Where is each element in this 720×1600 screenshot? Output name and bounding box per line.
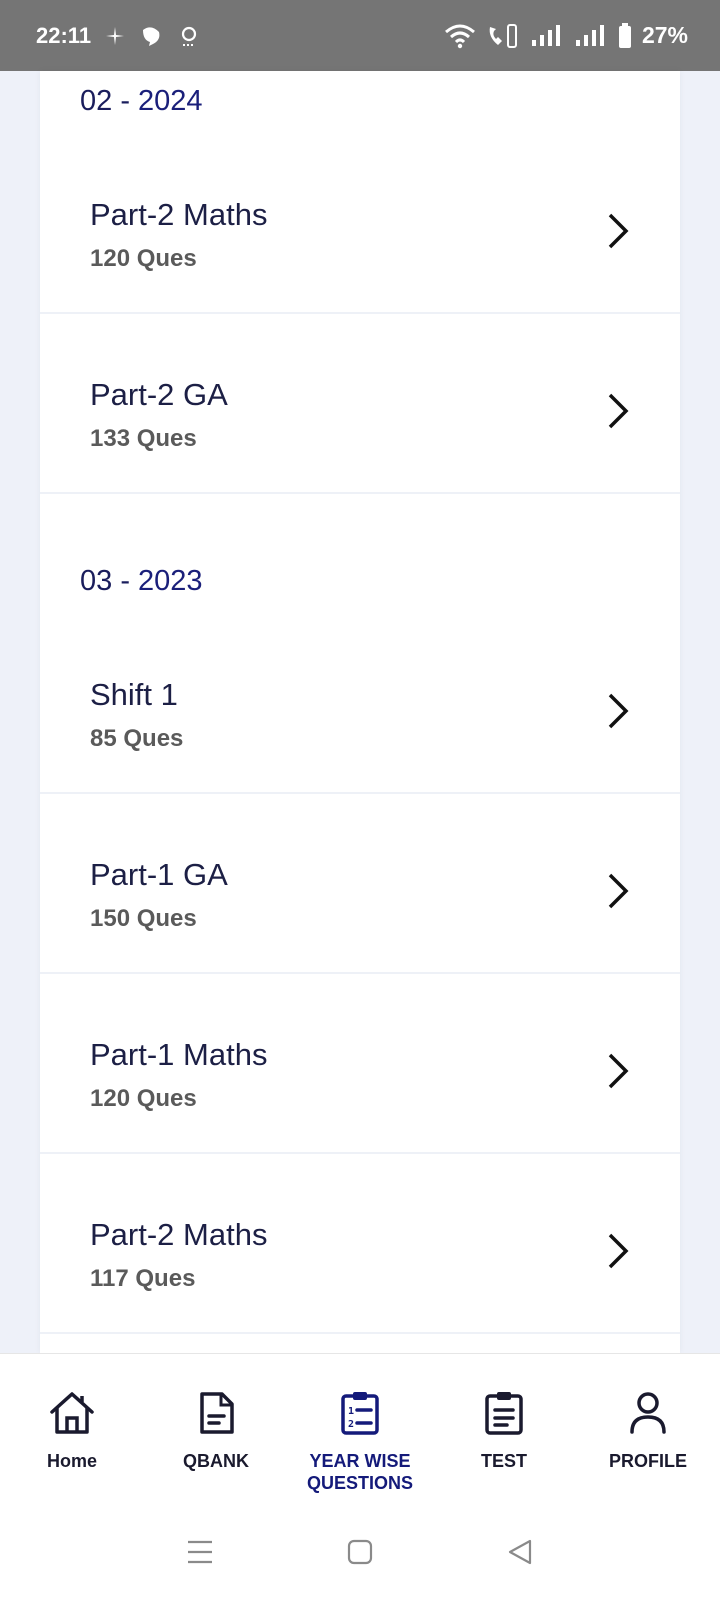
- bottom-navigation: Home QBANK 12 YEAR WISE QUESTIONS TEST P…: [0, 1353, 720, 1503]
- wifi-icon: [444, 23, 476, 49]
- item-title: Part-1 GA: [90, 857, 228, 892]
- nav-profile[interactable]: PROFILE: [576, 1354, 720, 1503]
- item-title: Part-1 Maths: [90, 1037, 268, 1072]
- chevron-right-icon: [608, 1053, 629, 1089]
- clipboard-icon: [479, 1388, 529, 1438]
- battery-percent: 27%: [641, 22, 688, 48]
- nav-label: QBANK: [183, 1451, 249, 1471]
- item-title: Shift 1: [90, 677, 178, 712]
- nav-test[interactable]: TEST: [432, 1354, 576, 1503]
- nav-label: PROFILE: [608, 1451, 687, 1471]
- battery-icon: [618, 22, 632, 49]
- signal-icon: [530, 24, 564, 48]
- signal-icon: [574, 24, 608, 48]
- svg-text:1: 1: [348, 1406, 354, 1417]
- chevron-right-icon: [608, 393, 629, 429]
- section-year: 2024: [138, 85, 203, 117]
- recents-button[interactable]: [180, 1532, 220, 1572]
- chevron-right-icon: [608, 873, 629, 909]
- year-wise-list: 02 - 2024 Part-2 Maths 120 Ques Part-2 G…: [40, 71, 680, 1353]
- section-year: 2023: [138, 565, 203, 597]
- item-title: Part-2 Maths: [90, 1217, 268, 1252]
- home-system-button[interactable]: [340, 1532, 380, 1572]
- section-heading: 03 - 2023: [80, 565, 203, 598]
- chevron-right-icon: [608, 1233, 629, 1269]
- list-item[interactable]: Part-2 GA 133 Ques: [40, 315, 680, 494]
- system-navigation-bar: [0, 1503, 720, 1600]
- item-question-count: 85 Ques: [90, 725, 184, 752]
- item-title: Part-2 Maths: [90, 197, 268, 232]
- square-icon: [347, 1539, 373, 1564]
- document-icon: [191, 1388, 241, 1438]
- item-question-count: 120 Ques: [90, 1085, 197, 1112]
- status-bar: 22:11 27%: [0, 0, 720, 71]
- nav-label: Home: [46, 1451, 97, 1471]
- nav-year-wise-questions[interactable]: 12 YEAR WISE QUESTIONS: [288, 1354, 432, 1503]
- item-question-count: 120 Ques: [90, 245, 197, 272]
- list-item[interactable]: Shift 1 85 Ques: [40, 615, 680, 794]
- nav-home[interactable]: Home: [0, 1354, 144, 1503]
- status-time: 22:11: [36, 22, 92, 48]
- item-question-count: 150 Ques: [90, 905, 197, 932]
- nav-qbank[interactable]: QBANK: [144, 1354, 288, 1503]
- list-item[interactable]: Part-1 Maths 120 Ques: [40, 975, 680, 1154]
- chevron-right-icon: [608, 693, 629, 729]
- item-question-count: 133 Ques: [90, 425, 197, 452]
- menu-lines-icon: [188, 1540, 212, 1563]
- clipboard-list-icon: 12: [335, 1388, 385, 1438]
- svg-text:2: 2: [348, 1419, 354, 1430]
- nav-label: YEAR WISE QUESTIONS: [306, 1451, 413, 1493]
- list-item[interactable]: Part-2 Maths 120 Ques: [40, 135, 680, 314]
- item-question-count: 117 Ques: [90, 1265, 196, 1292]
- back-triangle-icon: [508, 1539, 532, 1564]
- list-item[interactable]: Part-1 GA 150 Ques: [40, 795, 680, 974]
- home-icon: [47, 1388, 97, 1438]
- chevron-right-icon: [608, 213, 629, 249]
- section-heading: 02 - 2024: [80, 85, 203, 118]
- item-title: Part-2 GA: [90, 377, 228, 412]
- section-month: 03 -: [80, 565, 139, 597]
- back-button[interactable]: [500, 1532, 540, 1572]
- sparkle-icon: [105, 26, 125, 46]
- notification-icon: [139, 24, 163, 48]
- section-month: 02 -: [80, 85, 139, 117]
- list-item[interactable]: Part-2 Maths 117 Ques: [40, 1155, 680, 1334]
- alarm-icon: [177, 24, 201, 48]
- user-icon: [623, 1388, 673, 1438]
- volte-icon: [486, 23, 520, 49]
- nav-label: TEST: [480, 1451, 527, 1471]
